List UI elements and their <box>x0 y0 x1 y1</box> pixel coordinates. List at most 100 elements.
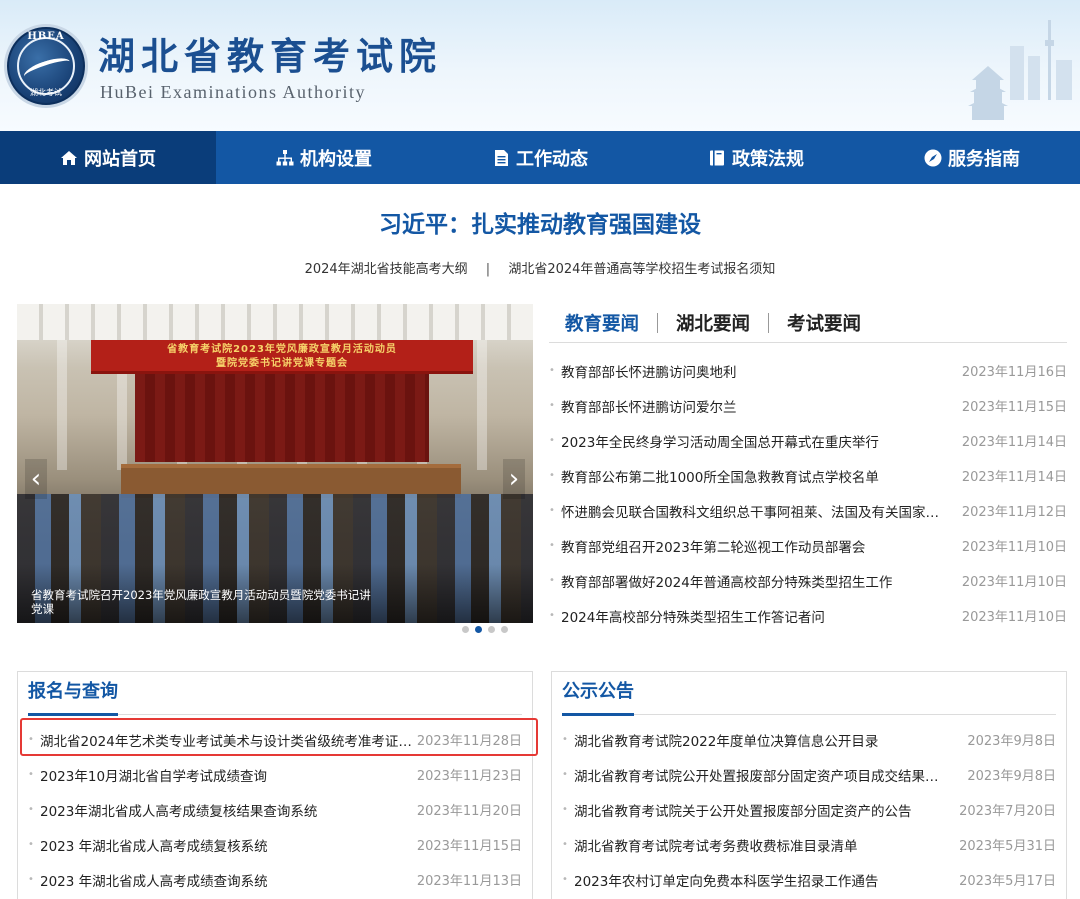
registration-date: 2023年11月23日 <box>416 769 522 784</box>
photo-slider[interactable]: 省教育考试院2023年党风廉政宣教月活动动员 暨院党委书记讲党课专题会 省教育考试… <box>17 304 533 623</box>
news-date: 2023年11月14日 <box>961 435 1067 450</box>
sublink-skills-exam-outline[interactable]: 2024年湖北省技能高考大纲 <box>305 262 468 277</box>
bullet-icon: • <box>549 365 555 376</box>
headline-link[interactable]: 习近平：扎实推动教育强国建设 <box>0 205 1080 239</box>
org-chart-icon <box>276 149 294 165</box>
nav-label: 网站首页 <box>84 148 156 170</box>
nav-item-home[interactable]: 网站首页 <box>0 131 216 184</box>
sub-links: 2024年湖北省技能高考大纲 | 湖北省2024年普通高等学校招生考试报名须知 <box>0 258 1080 277</box>
list-item[interactable]: • 湖北省教育考试院考试考务费收费标准目录清单 2023年5月31日 <box>562 827 1056 862</box>
skyline-illustration <box>968 20 1072 120</box>
list-item[interactable]: • 湖北省教育考试院2022年度单位决算信息公开目录 2023年9月8日 <box>562 722 1056 757</box>
list-item[interactable]: • 2023年全民终身学习活动周全国总开幕式在重庆举行 2023年11月14日 <box>549 423 1067 458</box>
registration-title[interactable]: 2023 年湖北省成人高考成绩复核系统 <box>40 835 416 855</box>
slide-caption[interactable]: 省教育考试院召开2023年党风廉政宣教月活动动员暨院党委书记讲党课 <box>31 588 371 616</box>
bullet-icon: • <box>549 470 555 481</box>
news-date: 2023年11月15日 <box>961 400 1067 415</box>
registration-title[interactable]: 2023 年湖北省成人高考成绩查询系统 <box>40 870 416 890</box>
slider-dot-2[interactable] <box>475 626 482 633</box>
news-title[interactable]: 2023年全民终身学习活动周全国总开幕式在重庆举行 <box>561 431 957 451</box>
nav-item-policies[interactable]: 政策法规 <box>648 131 864 184</box>
registration-title[interactable]: 湖北省2024年艺术类专业考试美术与设计类省级统考准考证… <box>40 730 416 750</box>
list-item[interactable]: • 2023 年湖北省成人高考成绩复核系统 2023年11月15日 <box>28 827 522 862</box>
bullet-icon: • <box>562 874 568 885</box>
registration-date: 2023年11月15日 <box>416 839 522 854</box>
bullet-icon: • <box>28 769 34 780</box>
slider-dot-1[interactable] <box>462 626 469 633</box>
panel-title-announcements[interactable]: 公示公告 <box>562 677 634 716</box>
registration-list: • 湖北省2024年艺术类专业考试美术与设计类省级统考准考证… 2023年11月28… <box>28 722 522 897</box>
nav-item-service-guide[interactable]: 服务指南 <box>864 131 1080 184</box>
slide-banner-line2: 暨院党委书记讲党课专题会 <box>216 358 348 369</box>
registration-date: 2023年11月28日 <box>416 734 522 749</box>
news-title[interactable]: 2024年高校部分特殊类型招生工作答记者问 <box>561 606 957 626</box>
site-logo[interactable]: HBEA 湖北考试 <box>4 24 88 108</box>
list-item[interactable]: • 怀进鹏会见联合国教科文组织总干事阿祖莱、法国及有关国家… 2023年11月12日 <box>549 493 1067 528</box>
bullet-icon: • <box>562 734 568 745</box>
announcement-date: 2023年7月20日 <box>959 804 1056 819</box>
list-item[interactable]: • 2023 年湖北省成人高考成绩查询系统 2023年11月13日 <box>28 862 522 897</box>
news-title[interactable]: 教育部部长怀进鹏访问奥地利 <box>561 361 957 381</box>
slider-next-arrow[interactable]: › <box>503 459 525 499</box>
slide-podium <box>121 464 461 498</box>
panel-header: 报名与查询 <box>28 672 522 716</box>
list-item[interactable]: • 教育部部长怀进鹏访问爱尔兰 2023年11月15日 <box>549 388 1067 423</box>
tab-exam-news[interactable]: 考试要闻 <box>787 310 861 336</box>
slide-ceiling <box>17 304 533 340</box>
sublink-registration-notice[interactable]: 湖北省2024年普通高等学校招生考试报名须知 <box>508 262 775 277</box>
list-item[interactable]: • 湖北省教育考试院公开处置报废部分固定资产项目成交结果… 2023年9月8日 <box>562 757 1056 792</box>
list-item[interactable]: • 2023年农村订单定向免费本科医学生招录工作通告 2023年5月17日 <box>562 862 1056 897</box>
home-icon <box>61 150 77 165</box>
registration-date: 2023年11月13日 <box>416 874 522 889</box>
news-list: • 教育部部长怀进鹏访问奥地利 2023年11月16日 • 教育部部长怀进鹏访问爱尔兰… <box>549 353 1067 633</box>
news-title[interactable]: 教育部部长怀进鹏访问爱尔兰 <box>561 396 957 416</box>
slider-dot-3[interactable] <box>488 626 495 633</box>
news-title[interactable]: 教育部公布第二批1000所全国急救教育试点学校名单 <box>561 466 957 486</box>
site-header: HBEA 湖北考试 湖北省教育考试院 HuBei Examinations Au… <box>0 0 1080 131</box>
nav-item-work-news[interactable]: 工作动态 <box>432 131 648 184</box>
bullet-icon: • <box>549 610 555 621</box>
news-title[interactable]: 教育部部署做好2024年普通高校部分特殊类型招生工作 <box>561 571 957 591</box>
list-item[interactable]: • 2023年湖北省成人高考成绩复核结果查询系统 2023年11月20日 <box>28 792 522 827</box>
announcements-list: • 湖北省教育考试院2022年度单位决算信息公开目录 2023年9月8日 • 湖北省教… <box>562 722 1056 897</box>
news-date: 2023年11月12日 <box>961 505 1067 520</box>
announcement-title[interactable]: 湖北省教育考试院公开处置报废部分固定资产项目成交结果… <box>574 765 950 785</box>
announcement-title[interactable]: 湖北省教育考试院2022年度单位决算信息公开目录 <box>574 730 950 750</box>
announcement-title[interactable]: 湖北省教育考试院关于公开处置报废部分固定资产的公告 <box>574 800 950 820</box>
announcements-panel: 公示公告 • 湖北省教育考试院2022年度单位决算信息公开目录 2023年9月8日 … <box>551 671 1067 899</box>
news-date: 2023年11月14日 <box>961 470 1067 485</box>
site-title: 湖北省教育考试院 <box>98 34 442 78</box>
compass-icon <box>924 149 942 166</box>
bullet-icon: • <box>562 839 568 850</box>
list-item[interactable]: • 2023年10月湖北省自学考试成绩查询 2023年11月23日 <box>28 757 522 792</box>
slider-dot-4[interactable] <box>501 626 508 633</box>
news-date: 2023年11月10日 <box>961 610 1067 625</box>
main-nav: 网站首页 机构设置 工作动态 政策法规 服务指南 <box>0 131 1080 184</box>
tab-hubei-news[interactable]: 湖北要闻 <box>676 310 750 336</box>
list-item[interactable]: • 湖北省教育考试院关于公开处置报废部分固定资产的公告 2023年7月20日 <box>562 792 1056 827</box>
registration-title[interactable]: 2023年10月湖北省自学考试成绩查询 <box>40 765 416 785</box>
site-subtitle: HuBei Examinations Authority <box>100 82 366 102</box>
registration-title[interactable]: 2023年湖北省成人高考成绩复核结果查询系统 <box>40 800 416 820</box>
slider-prev-arrow[interactable]: ‹ <box>25 459 47 499</box>
bullet-icon: • <box>549 435 555 446</box>
bullet-icon: • <box>549 575 555 586</box>
announcement-title[interactable]: 湖北省教育考试院考试考务费收费标准目录清单 <box>574 835 950 855</box>
announcement-date: 2023年5月17日 <box>959 874 1056 889</box>
list-item[interactable]: • 教育部部署做好2024年普通高校部分特殊类型招生工作 2023年11月10日 <box>549 563 1067 598</box>
news-title[interactable]: 教育部党组召开2023年第二轮巡视工作动员部署会 <box>561 536 957 556</box>
news-title[interactable]: 怀进鹏会见联合国教科文组织总干事阿祖莱、法国及有关国家… <box>561 501 957 521</box>
tab-divider <box>657 313 659 333</box>
nav-item-organization[interactable]: 机构设置 <box>216 131 432 184</box>
list-item[interactable]: • 教育部党组召开2023年第二轮巡视工作动员部署会 2023年11月10日 <box>549 528 1067 563</box>
logo-bottom-text: 湖北考试 <box>30 88 62 97</box>
panel-title-registration[interactable]: 报名与查询 <box>28 677 118 716</box>
list-item[interactable]: • 教育部部长怀进鹏访问奥地利 2023年11月16日 <box>549 353 1067 388</box>
list-item[interactable]: • 教育部公布第二批1000所全国急救教育试点学校名单 2023年11月14日 <box>549 458 1067 493</box>
list-item[interactable]: • 湖北省2024年艺术类专业考试美术与设计类省级统考准考证… 2023年11月28… <box>28 722 522 757</box>
announcement-date: 2023年5月31日 <box>959 839 1056 854</box>
bullet-icon: • <box>549 540 555 551</box>
list-item[interactable]: • 2024年高校部分特殊类型招生工作答记者问 2023年11月10日 <box>549 598 1067 633</box>
announcement-title[interactable]: 2023年农村订单定向免费本科医学生招录工作通告 <box>574 870 950 890</box>
tab-education-news[interactable]: 教育要闻 <box>565 310 639 336</box>
